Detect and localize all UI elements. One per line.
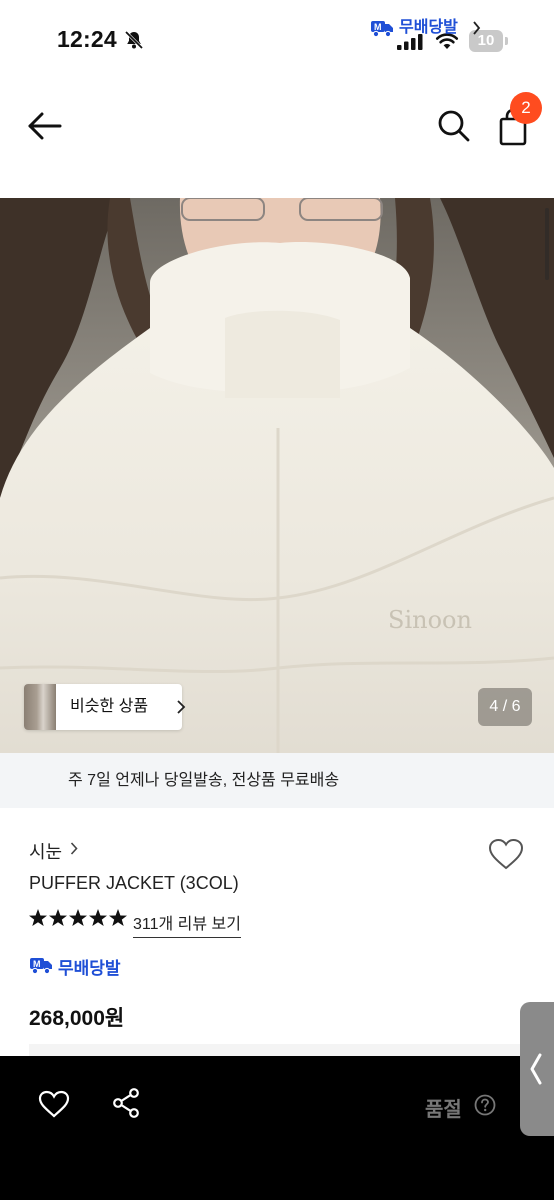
question-circle-icon[interactable]: [474, 1094, 496, 1116]
arrow-left-icon[interactable]: [24, 108, 66, 144]
heart-icon[interactable]: [38, 1090, 70, 1118]
svg-text:M: M: [33, 959, 41, 969]
status-time: 12:24: [57, 26, 117, 52]
star-icon: [49, 909, 67, 926]
image-pager: 4 / 6: [478, 688, 532, 726]
star-icon: [69, 909, 87, 926]
free-shipping-label: 무배당발: [58, 959, 121, 978]
star-icon: [29, 909, 47, 926]
embroidered-logo: Sinoon: [388, 606, 472, 634]
bottom-action-bar: [0, 1056, 554, 1200]
share-icon[interactable]: [112, 1088, 140, 1118]
search-icon[interactable]: [436, 108, 472, 144]
delivery-banner[interactable]: 주 7일 언제나 당일발송, 전상품 무료배송: [0, 753, 554, 808]
section-divider: [29, 1044, 525, 1056]
heart-icon[interactable]: [487, 837, 525, 871]
chevron-right-icon: [177, 700, 186, 714]
chevron-right-icon: [473, 21, 481, 35]
similar-thumbnail: [24, 684, 56, 730]
chevron-left-icon: [530, 1053, 542, 1085]
star-icon: [89, 909, 107, 926]
similar-products-label: 비슷한 상품: [70, 698, 149, 715]
brand-link[interactable]: 시눈: [29, 838, 62, 864]
star-rating: [29, 909, 127, 926]
truck-icon: M: [371, 21, 393, 38]
svg-text:M: M: [374, 22, 382, 32]
cart-count-badge: 2: [510, 92, 542, 124]
truck-icon: M: [30, 958, 52, 975]
delivery-brand: 무배당발: [399, 19, 458, 36]
product-image[interactable]: Sinoon: [0, 198, 554, 753]
product-name: PUFFER JACKET (3COL): [29, 873, 239, 893]
product-price: 268,000원: [29, 1007, 125, 1030]
nav-bar: [0, 80, 554, 198]
star-icon: [109, 909, 127, 926]
review-link[interactable]: 311개 리뷰 보기: [133, 910, 241, 938]
similar-products-button[interactable]: 비슷한 상품: [24, 684, 186, 730]
product-photo: Sinoon: [0, 198, 554, 753]
image-scroll-indicator: [545, 208, 549, 280]
sold-out-label: 품절: [425, 1099, 462, 1121]
chevron-right-icon: [70, 842, 78, 855]
battery-tip: [505, 37, 508, 45]
delivery-text: 주 7일 언제나 당일발송, 전상품 무료배송: [68, 772, 340, 789]
status-bar: 12:24 10: [0, 0, 554, 80]
bell-off-icon: [124, 30, 144, 50]
